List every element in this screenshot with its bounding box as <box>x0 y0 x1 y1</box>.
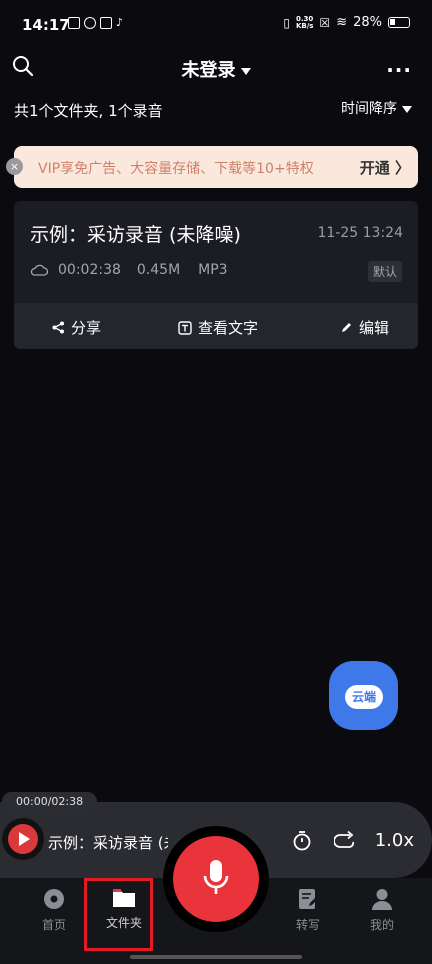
home-indicator <box>130 955 302 959</box>
player-progress-time: 00:00/02:38 <box>2 792 98 811</box>
share-icon <box>52 321 64 334</box>
sort-dropdown[interactable]: 时间降序 <box>341 98 412 118</box>
vibrate-icon: ▯ <box>283 15 290 30</box>
notification-icon <box>68 17 80 29</box>
caret-down-icon <box>240 67 251 75</box>
recording-meta: 00:02:38 0.45M MP3 <box>30 262 228 278</box>
status-notification-icons: ♪ <box>68 17 123 29</box>
cloud-button-label: 云端 <box>345 685 383 709</box>
tab-me[interactable]: 我的 <box>352 888 412 933</box>
repeat-icon[interactable] <box>334 830 356 850</box>
recording-date: 11-25 13:24 <box>317 225 403 241</box>
no-sim-icon: ☒ <box>319 15 331 30</box>
speed-unit: KB/s <box>295 21 314 30</box>
tab-transcribe[interactable]: 转写 <box>278 888 338 933</box>
edit-label: 编辑 <box>359 319 390 337</box>
folder-summary: 共1个文件夹, 1个录音 <box>14 102 163 120</box>
tab-home[interactable]: 首页 <box>24 888 84 933</box>
recording-format: MP3 <box>198 262 228 278</box>
tab-label: 转写 <box>295 918 320 932</box>
tab-label: 首页 <box>41 918 66 932</box>
caret-down-icon <box>402 105 412 113</box>
network-speed: 0.30 KB/s <box>295 15 314 30</box>
disc-icon <box>44 889 64 909</box>
default-badge: 默认 <box>367 261 402 282</box>
folder-tab-highlight <box>84 878 153 951</box>
app-icon <box>84 17 96 29</box>
status-right: ▯ 0.30 KB/s ☒ ≋ 28% <box>283 15 410 30</box>
play-button[interactable] <box>8 824 38 854</box>
person-icon <box>372 889 392 910</box>
view-text-label: 查看文字 <box>198 319 259 337</box>
sort-label: 时间降序 <box>341 101 397 117</box>
record-button[interactable] <box>173 836 259 922</box>
cloud-icon <box>30 264 48 276</box>
view-text-button[interactable]: 查看文字 <box>178 317 258 338</box>
account-selector[interactable]: 未登录 <box>0 56 432 82</box>
share-button[interactable]: 分享 <box>52 317 101 338</box>
battery-icon <box>388 17 410 28</box>
recording-duration: 00:02:38 <box>58 262 121 278</box>
pencil-icon <box>342 323 351 332</box>
tab-label: 我的 <box>369 918 394 932</box>
more-options-icon[interactable]: ··· <box>386 58 412 82</box>
edit-doc-icon <box>299 889 318 909</box>
edit-button[interactable]: 编辑 <box>340 317 389 338</box>
microphone-icon <box>203 860 229 894</box>
playback-speed[interactable]: 1.0x <box>375 830 414 851</box>
battery-level: 28% <box>353 15 382 30</box>
page-title: 未登录 <box>181 60 236 81</box>
share-label: 分享 <box>71 319 102 337</box>
close-icon[interactable]: × <box>6 158 23 175</box>
vip-banner-text: VIP享免广告、大容量存储、下载等10+特权 <box>38 161 314 177</box>
timer-icon[interactable] <box>292 830 312 852</box>
status-time: 14:17 <box>22 16 70 34</box>
cloud-button[interactable]: 云端 <box>329 661 398 730</box>
recording-title: 示例：采访录音 (未降噪) <box>30 224 241 246</box>
vip-open-button[interactable]: 开通 〉 <box>360 157 410 178</box>
wifi-icon: ≋ <box>336 15 348 30</box>
calendar-icon <box>100 17 112 29</box>
tiktok-icon: ♪ <box>116 16 124 29</box>
text-icon <box>178 320 192 335</box>
player-title: 示例：采访录音 (未降 <box>48 834 168 852</box>
recording-size: 0.45M <box>136 262 181 278</box>
